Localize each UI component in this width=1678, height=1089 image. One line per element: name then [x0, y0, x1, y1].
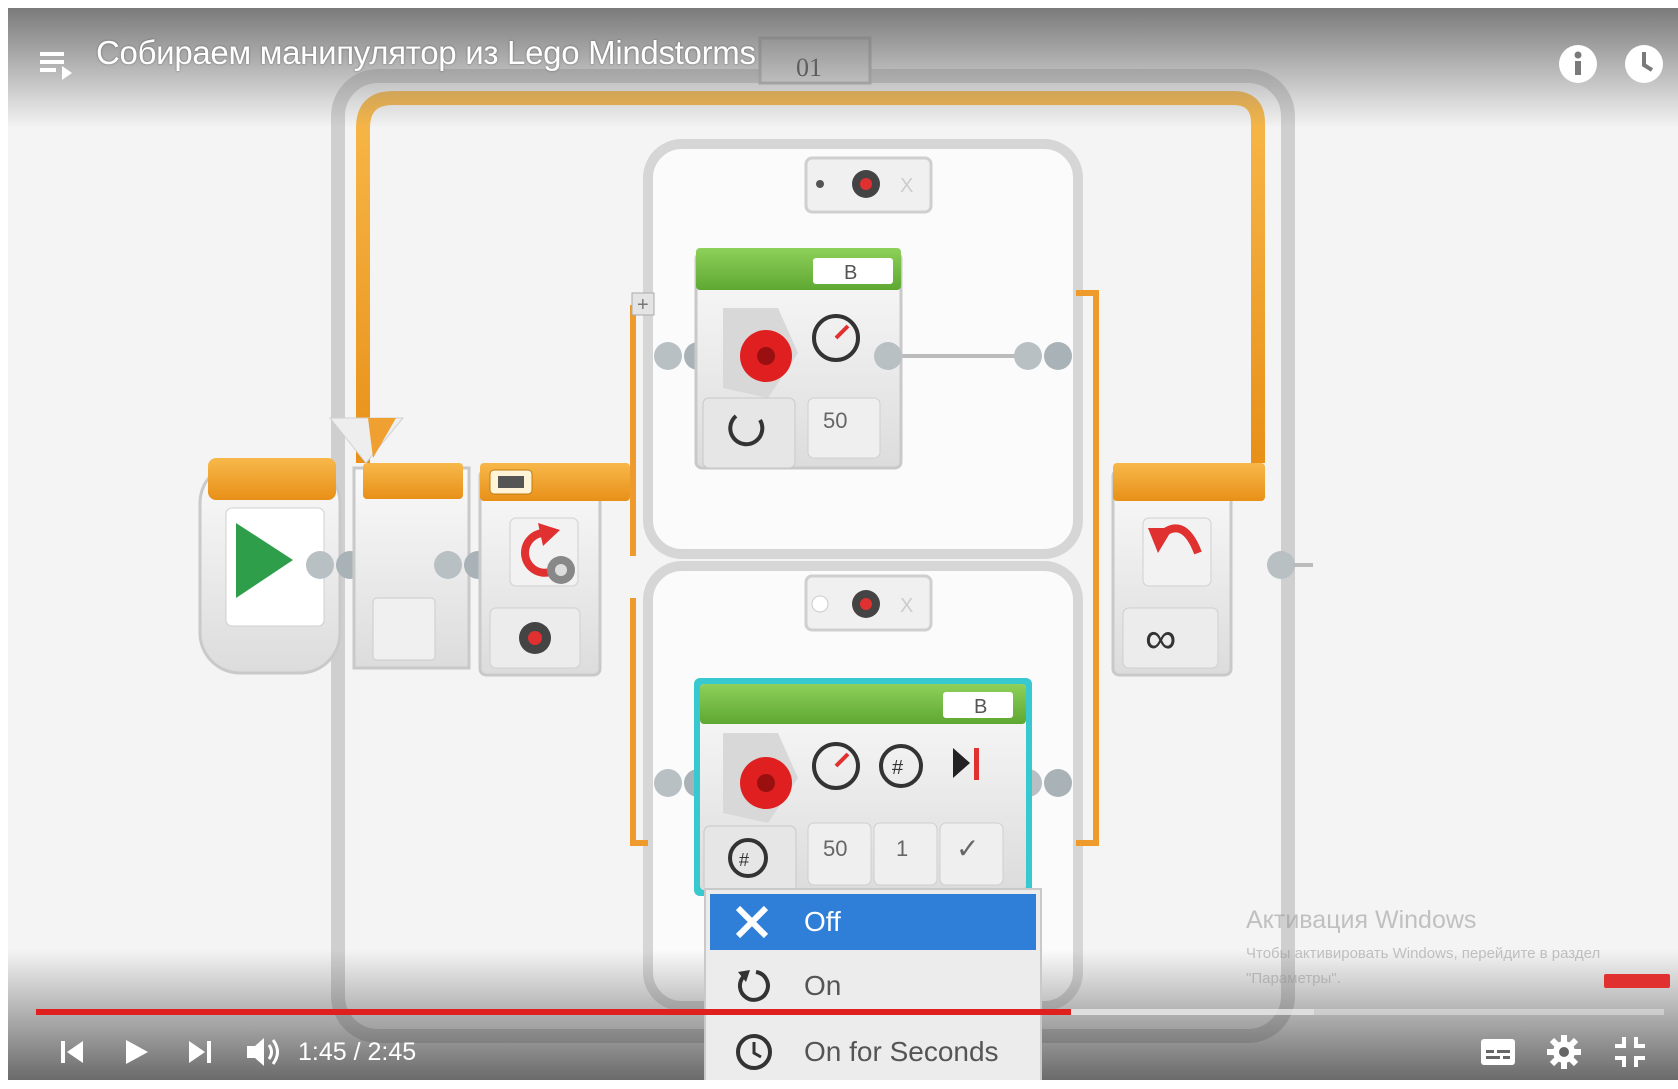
svg-text:#: #	[892, 757, 904, 779]
playlist-icon[interactable]	[36, 44, 76, 84]
motor-bottom-brake: ✓	[956, 833, 979, 864]
progress-bar[interactable]	[36, 1009, 1664, 1015]
time-display: 1:45 / 2:45	[298, 1038, 417, 1066]
x-icon	[735, 905, 769, 939]
start-block	[198, 458, 364, 675]
rotate-icon	[737, 970, 770, 1002]
subtitles-icon[interactable]	[1476, 1032, 1520, 1072]
svg-text:+: +	[637, 294, 649, 316]
played-bar	[36, 1009, 1072, 1015]
menu-item-off[interactable]: Off	[710, 894, 1036, 950]
play-icon[interactable]	[116, 1032, 156, 1072]
motor-bottom-rotations: 1	[896, 836, 908, 861]
windows-activation-watermark: Активация Windows Чтобы активировать Win…	[1246, 906, 1626, 991]
loop-start	[328, 417, 492, 670]
menu-item-on-for-seconds[interactable]: On for Seconds	[710, 1024, 1036, 1080]
volume-icon[interactable]	[242, 1032, 286, 1072]
watermark-title: Активация Windows	[1246, 906, 1477, 934]
mode-dropdown[interactable]: Off On On for Seconds	[704, 888, 1042, 1080]
switch-head-block	[478, 463, 630, 677]
video-title[interactable]: Собираем манипулятор из Lego Mindstorms	[96, 34, 756, 72]
motor-top-power: 50	[823, 408, 847, 433]
menu-item-label: On for Seconds	[804, 1036, 999, 1067]
youtube-badge	[1604, 974, 1670, 988]
motor-top-port: B	[844, 262, 857, 284]
menu-item-label: Off	[804, 906, 841, 937]
motor-bottom-power: 50	[823, 836, 847, 861]
motor-bottom-port: B	[974, 696, 987, 718]
svg-text:X: X	[900, 595, 913, 617]
svg-text:#: #	[739, 850, 749, 870]
video-player[interactable]: + X X ∞ B 50 B # # 50 1 ✓ Собираем манип…	[8, 8, 1678, 1080]
watch-later-icon[interactable]	[1622, 42, 1666, 86]
svg-text:X: X	[900, 175, 913, 197]
watermark-subtitle: Чтобы активировать Windows, перейдите в …	[1246, 945, 1601, 987]
loop-count-symbol: ∞	[1145, 614, 1176, 663]
motor-block-bottom: B # # 50 1 ✓	[694, 678, 1032, 896]
next-icon[interactable]	[180, 1032, 220, 1072]
exit-fullscreen-icon[interactable]	[1608, 1032, 1652, 1072]
previous-icon[interactable]	[52, 1032, 92, 1072]
menu-item-on[interactable]: On	[710, 958, 1036, 1014]
info-icon[interactable]	[1556, 42, 1600, 86]
motor-block-top: B 50	[694, 248, 903, 470]
settings-gear-icon[interactable]	[1542, 1032, 1586, 1072]
menu-item-label: On	[804, 970, 842, 1001]
timer-icon	[736, 1034, 772, 1070]
